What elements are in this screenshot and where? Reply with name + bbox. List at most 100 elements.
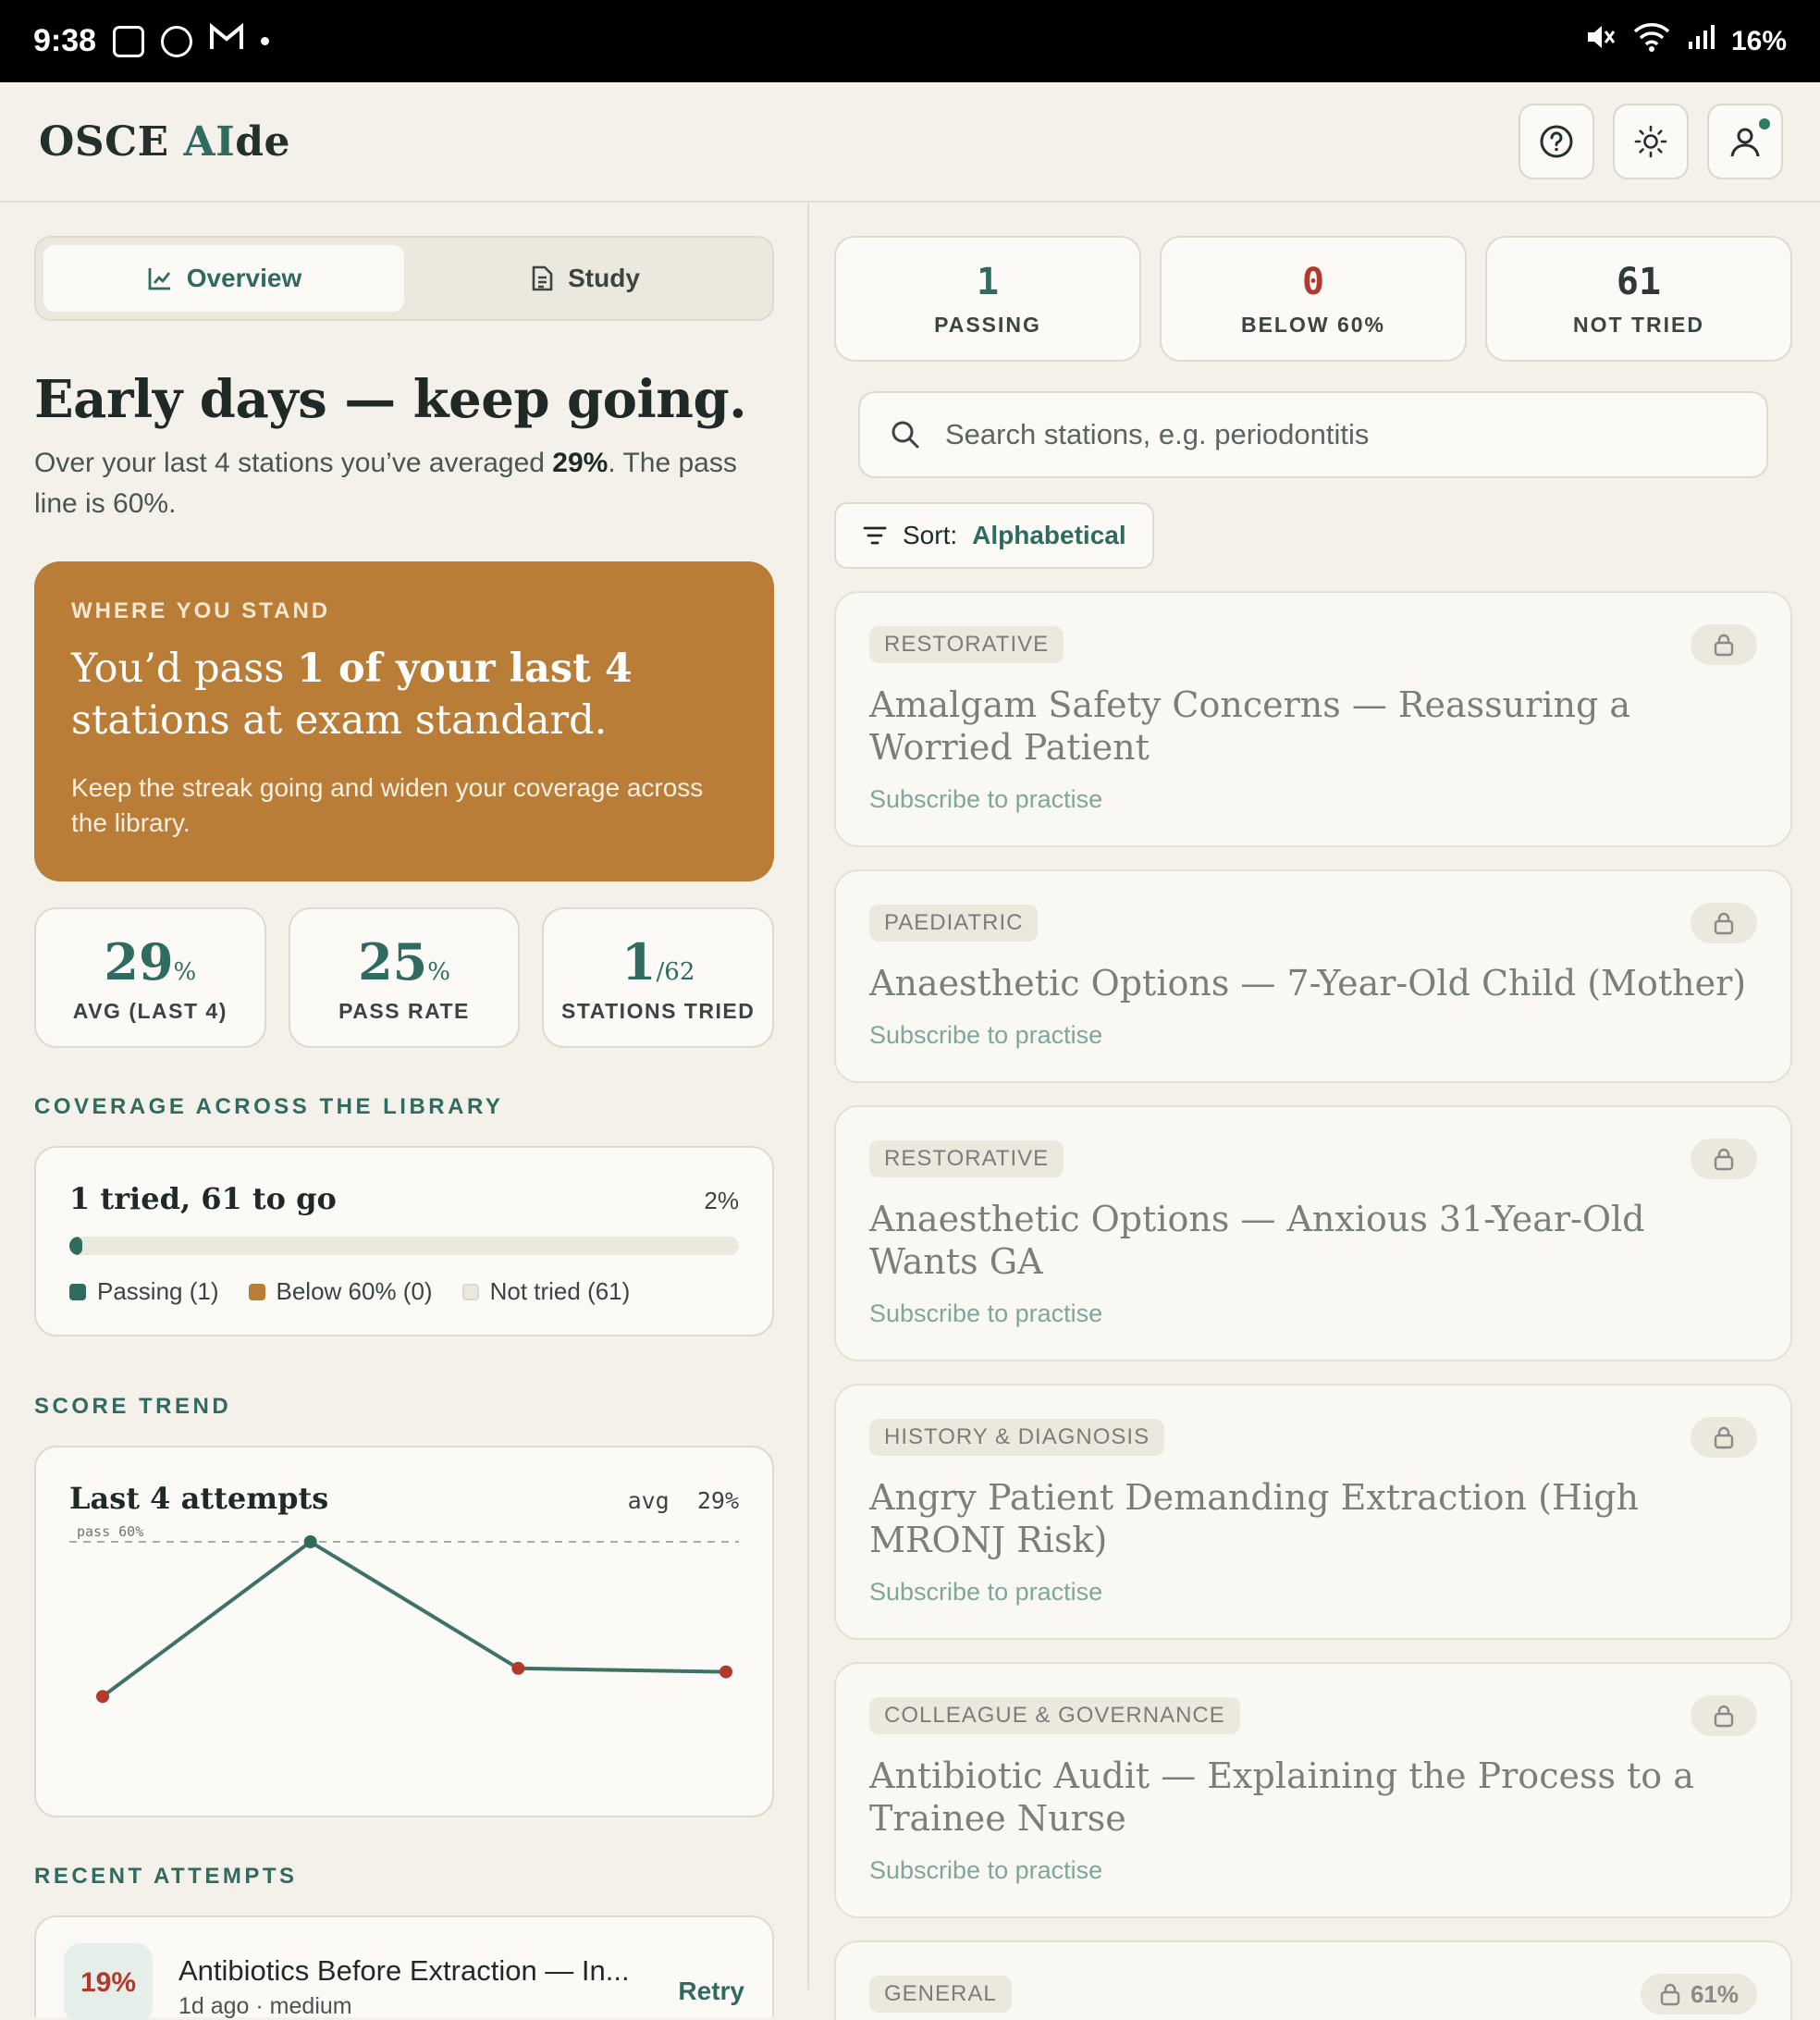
mute-icon <box>1585 22 1617 60</box>
station-card[interactable]: GENERAL 61% <box>834 1940 1792 2020</box>
lock-icon <box>1714 634 1734 657</box>
station-status-stats: 1 PASSING 0 BELOW 60% 61 NOT TRIED <box>834 236 1792 362</box>
score-trend-chart: pass 60% <box>69 1523 739 1704</box>
locked-badge <box>1691 1417 1757 1458</box>
tab-study-label: Study <box>568 264 640 292</box>
lock-icon <box>1660 1983 1680 2006</box>
locked-badge <box>1691 1695 1757 1736</box>
stat-avg-last-4: 29% AVG (LAST 4) <box>34 907 266 1048</box>
pass-line-label: pass 60% <box>77 1523 143 1540</box>
station-card[interactable]: RESTORATIVE Amalgam Safety Concerns — Rea… <box>834 591 1792 847</box>
help-button[interactable] <box>1519 104 1594 179</box>
help-circle-icon <box>1540 125 1573 158</box>
sort-label: Sort: <box>903 521 958 549</box>
subscribe-link[interactable]: Subscribe to practise <box>869 785 1757 814</box>
station-title: Antibiotic Audit — Explaining the Proces… <box>869 1755 1694 1839</box>
wifi-icon <box>1633 22 1670 60</box>
legend-not-tried: Not tried (61) <box>461 1277 630 1306</box>
brand-logo[interactable]: OSCE AIde <box>39 118 290 166</box>
search-input[interactable] <box>945 418 1737 451</box>
score-point <box>303 1535 317 1548</box>
where-you-stand-label: WHERE YOU STAND <box>71 598 331 623</box>
recent-attempt-title: Antibiotics Before Extraction — In... <box>178 1954 630 1987</box>
locked-badge <box>1691 1139 1757 1179</box>
column-divider <box>807 203 809 1989</box>
theme-toggle-button[interactable] <box>1613 104 1689 179</box>
locked-badge: 61% <box>1640 1974 1757 2014</box>
recent-attempts-section-label: RECENT ATTEMPTS <box>34 1864 298 1889</box>
notification-dot-icon <box>261 37 270 45</box>
station-category-tag: HISTORY & DIAGNOSIS <box>869 1419 1165 1456</box>
coverage-progress-bar <box>69 1237 739 1255</box>
score-point <box>511 1661 525 1675</box>
stat-pass-rate: 25% PASS RATE <box>288 907 521 1048</box>
status-bar: 9:38 16% <box>0 0 1820 82</box>
score-trend-section-label: SCORE TREND <box>34 1394 232 1419</box>
score-trend-line <box>101 1539 727 1698</box>
station-card[interactable]: RESTORATIVE Anaesthetic Options — Anxious… <box>834 1105 1792 1361</box>
coverage-percent: 2% <box>704 1187 739 1214</box>
dashboard-panel: Overview Study Early days — keep going. … <box>34 203 775 2020</box>
lock-icon <box>1714 1705 1734 1728</box>
user-icon <box>1730 128 1760 157</box>
sun-icon <box>1634 125 1667 158</box>
station-title: Anaesthetic Options — 7-Year-Old Child (… <box>869 963 1747 1004</box>
sort-value: Alphabetical <box>972 521 1126 549</box>
legend-below-60: Below 60% (0) <box>248 1277 433 1306</box>
profile-notification-dot <box>1759 118 1770 129</box>
locked-badge <box>1691 624 1757 665</box>
coverage-card: 1 tried, 61 to go 2% Passing (1) Below 6… <box>34 1146 774 1336</box>
station-title: Angry Patient Demanding Extraction (High… <box>869 1477 1639 1560</box>
stat-below-60[interactable]: 0 BELOW 60% <box>1160 236 1467 362</box>
locked-badge-score: 61% <box>1690 1979 1739 2008</box>
sort-button[interactable]: Sort: Alphabetical <box>834 502 1154 569</box>
station-card[interactable]: PAEDIATRIC Anaesthetic Options — 7-Year-O… <box>834 869 1792 1083</box>
profile-button[interactable] <box>1707 104 1783 179</box>
progress-headline: Early days — keep going. <box>34 369 747 430</box>
score-point <box>719 1665 732 1679</box>
coverage-title: 1 tried, 61 to go <box>69 1181 337 1216</box>
where-you-stand-body: Keep the streak going and widen your cov… <box>71 773 704 837</box>
coverage-section-label: COVERAGE ACROSS THE LIBRARY <box>34 1094 504 1119</box>
subscribe-link[interactable]: Subscribe to practise <box>869 1578 1757 1607</box>
stat-not-tried[interactable]: 61 NOT TRIED <box>1485 236 1792 362</box>
station-category-tag: RESTORATIVE <box>869 626 1064 663</box>
station-category-tag: RESTORATIVE <box>869 1140 1064 1177</box>
retry-button[interactable]: Retry <box>678 1977 744 2006</box>
tab-study[interactable]: Study <box>404 245 765 312</box>
lock-icon <box>1714 912 1734 935</box>
stat-passing[interactable]: 1 PASSING <box>834 236 1141 362</box>
battery-level: 16% <box>1730 25 1787 56</box>
station-category-tag: PAEDIATRIC <box>869 905 1039 942</box>
station-card[interactable]: HISTORY & DIAGNOSIS Angry Patient Demandi… <box>834 1384 1792 1640</box>
score-point <box>96 1690 109 1704</box>
signal-icon <box>1687 23 1715 59</box>
stat-stations-tried: 1/62 STATIONS TRIED <box>542 907 775 1048</box>
station-title: Amalgam Safety Concerns — Reassuring a W… <box>869 684 1631 768</box>
tab-overview[interactable]: Overview <box>43 245 404 312</box>
tab-overview-label: Overview <box>186 264 302 292</box>
screenshot-icon <box>113 25 145 57</box>
progress-summary: Over your last 4 stations you’ve average… <box>34 448 737 519</box>
locked-badge <box>1691 903 1757 943</box>
coverage-legend: Passing (1) Below 60% (0) Not tried (61) <box>69 1277 739 1306</box>
subscribe-link[interactable]: Subscribe to practise <box>869 1856 1757 1885</box>
gmail-icon <box>209 22 244 59</box>
subscribe-link[interactable]: Subscribe to practise <box>869 1021 1757 1050</box>
station-search <box>858 391 1768 478</box>
recent-attempt-score: 19% <box>64 1943 153 2020</box>
station-category-tag: COLLEAGUE & GOVERNANCE <box>869 1697 1240 1734</box>
station-category-tag: GENERAL <box>869 1976 1012 2013</box>
where-you-stand-card: WHERE YOU STAND You’d pass 1 of your las… <box>34 561 774 881</box>
stations-panel: 1 PASSING 0 BELOW 60% 61 NOT TRIED Sort:… <box>834 236 1792 2020</box>
document-icon <box>532 265 553 291</box>
lock-icon <box>1714 1148 1734 1171</box>
app-bar: OSCE AIde <box>0 82 1820 203</box>
summary-stats: 29% AVG (LAST 4) 25% PASS RATE 1/62 STAT… <box>34 907 775 1048</box>
view-tabs: Overview Study <box>34 236 774 321</box>
station-card[interactable]: COLLEAGUE & GOVERNANCE Antibiotic Audit —… <box>834 1662 1792 1918</box>
search-icon <box>892 421 919 449</box>
score-trend-card: Last 4 attempts avg 29% pass 60% <box>34 1446 774 1817</box>
recent-attempt-item[interactable]: 19% Antibiotics Before Extraction — In..… <box>34 1915 774 2020</box>
subscribe-link[interactable]: Subscribe to practise <box>869 1299 1757 1328</box>
